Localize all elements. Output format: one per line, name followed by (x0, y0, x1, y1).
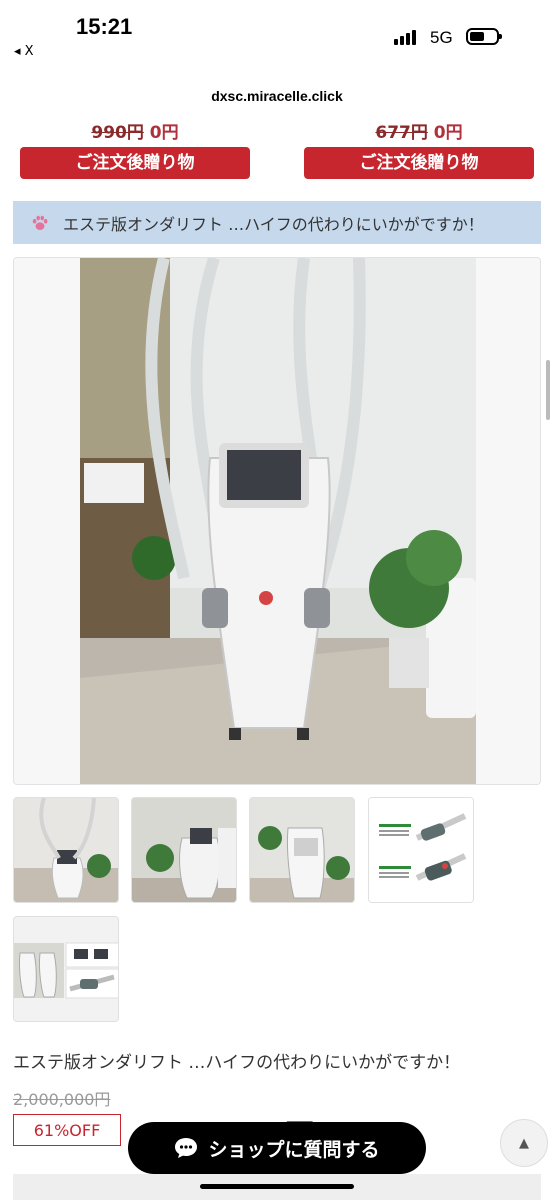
offer-new-price: 0円 (433, 123, 463, 143)
signal-icon (394, 30, 416, 45)
gift-after-order-button[interactable]: ご注文後贈り物 (304, 147, 534, 179)
banner-text: エステ版オンダリフト …ハイフの代わりにいかがですか！ (63, 214, 484, 234)
thumbnail-image (14, 798, 118, 902)
thumbnail-image (250, 798, 354, 902)
paw-icon (32, 215, 48, 230)
product-thumbnail[interactable] (131, 797, 237, 903)
offer-new-price: 0円 (149, 123, 179, 143)
product-banner: エステ版オンダリフト …ハイフの代わりにいかがですか！ (13, 201, 541, 244)
product-thumbnail[interactable] (13, 797, 119, 903)
product-thumbnail[interactable] (368, 797, 474, 903)
browser-url[interactable]: dxsc.miracelle.click (0, 88, 554, 104)
offer-price: 677円 0円 (304, 118, 534, 143)
chat-bubble-icon (175, 1138, 198, 1158)
battery-icon (466, 28, 502, 45)
chevron-up-icon: ▲ (519, 1135, 529, 1151)
offer-card: 677円 0円 ご注文後贈り物 (304, 118, 534, 179)
ask-shop-button[interactable]: ショップに質問する (128, 1122, 426, 1174)
product-main-image[interactable] (13, 257, 541, 785)
page-scrollbar[interactable] (546, 360, 550, 420)
thumbnail-image (132, 798, 236, 902)
network-label: 5G (430, 28, 453, 47)
product-title: エステ版オンダリフト …ハイフの代わりにいかがですか！ (13, 1053, 461, 1073)
gift-after-order-button[interactable]: ご注文後贈り物 (20, 147, 250, 179)
product-thumbnail[interactable] (13, 916, 119, 1022)
original-price: 2,000,000円 (13, 1090, 111, 1109)
product-photo (14, 258, 540, 784)
back-to-app-link[interactable]: ◂ X (14, 44, 34, 59)
product-thumbnail[interactable] (249, 797, 355, 903)
ask-shop-label: ショップに質問する (208, 1138, 380, 1161)
home-indicator[interactable] (200, 1184, 354, 1189)
offer-old-price: 990円 (91, 123, 144, 143)
status-time: 15:21 (76, 14, 133, 39)
discount-badge: 61%OFF (13, 1114, 121, 1146)
offer-price: 990円 0円 (20, 118, 250, 143)
offer-card: 990円 0円 ご注文後贈り物 (20, 118, 250, 179)
thumbnail-image (369, 798, 473, 902)
scroll-to-top-button[interactable]: ▲ (500, 1119, 548, 1167)
thumbnail-image (14, 917, 118, 1021)
offer-old-price: 677円 (375, 123, 428, 143)
status-bar: 15:21 ◂ X 5G (0, 0, 554, 59)
